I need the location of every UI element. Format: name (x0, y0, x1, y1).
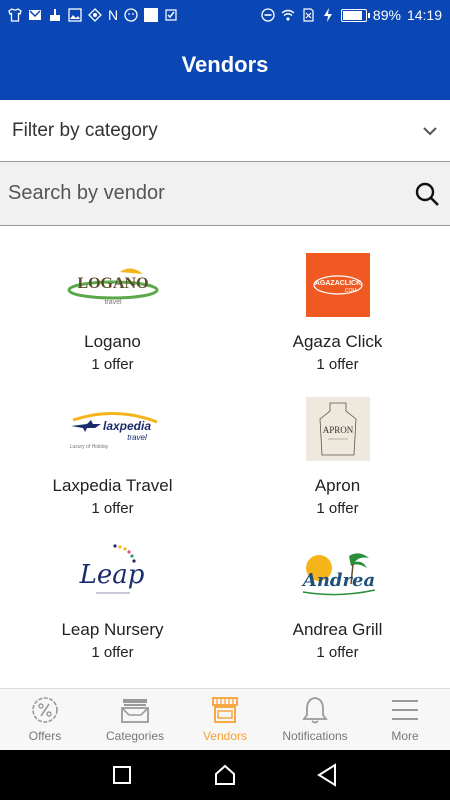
vendor-card-leap-nursery[interactable]: Leap Leap Nursery 1 offer (0, 538, 225, 661)
vendor-name: Apron (314, 476, 361, 495)
status-notifications: N (8, 8, 178, 22)
battery-level (342, 10, 363, 20)
svg-text:Andrea: Andrea (300, 570, 374, 591)
network-letter: N (108, 7, 119, 23)
vendor-name: Andrea Grill (292, 620, 383, 639)
sim-no-signal-icon (303, 8, 314, 22)
system-navigation-bar (0, 750, 450, 800)
clock: 14:19 (406, 7, 442, 23)
nav-label: Vendors (202, 729, 248, 743)
laxpedia-logo: laxpedia travel Luxury of Holiday (65, 394, 161, 464)
battery-icon (340, 8, 370, 22)
vendor-name: Agaza Click (292, 332, 383, 351)
nav-label: Notifications (282, 729, 348, 743)
brush-icon (50, 9, 60, 21)
nav-vendors[interactable]: Vendors (180, 689, 270, 750)
menu-icon (392, 700, 418, 720)
page-title: Vendors (181, 52, 269, 77)
app-bar: Vendors (0, 30, 450, 100)
vendor-card-laxpedia-travel[interactable]: laxpedia travel Luxury of Holiday Laxped… (0, 394, 225, 517)
vendor-card-agaza-click[interactable]: AGAZACLICK .COM Agaza Click 1 offer (225, 250, 450, 373)
wifi-icon (281, 9, 295, 21)
status-bar: N 89% 14:19 (0, 0, 450, 30)
leap-nursery-logo: Leap (65, 538, 161, 608)
svg-text:.COM: .COM (343, 288, 356, 294)
svg-text:APRON: APRON (322, 425, 353, 435)
filter-label: Filter by category (12, 119, 158, 141)
compass-icon (88, 8, 102, 22)
nav-label: Categories (105, 729, 165, 743)
bell-icon (302, 697, 328, 724)
svg-text:laxpedia: laxpedia (102, 419, 150, 433)
andrea-grill-logo: Andrea (290, 538, 386, 608)
nav-more[interactable]: More (360, 689, 450, 750)
status-system: 89% 14:19 (261, 7, 442, 23)
shirt-icon (8, 8, 22, 22)
svg-text:Leap: Leap (78, 560, 144, 590)
square-icon (144, 8, 159, 22)
check-shield-icon (165, 9, 177, 21)
do-not-disturb-icon (261, 8, 275, 22)
nav-label: More (391, 729, 419, 743)
apron-logo: APRON (290, 394, 386, 464)
agaza-click-logo: AGAZACLICK .COM (290, 250, 386, 320)
vendor-name: Laxpedia Travel (52, 476, 173, 495)
image-icon (68, 8, 82, 22)
vendor-offer-count: 1 offer (91, 356, 134, 373)
gmail-icon (29, 10, 41, 20)
vendor-offer-count: 1 offer (316, 356, 359, 373)
svg-text:Luxury of Holiday: Luxury of Holiday (69, 444, 108, 450)
battery-percent: 89% (372, 7, 401, 23)
recent-apps-icon[interactable] (109, 762, 135, 788)
category-filter-dropdown[interactable]: Filter by category (0, 100, 450, 162)
vendor-name: Leap Nursery (61, 620, 164, 639)
svg-text:LOGANO: LOGANO (77, 275, 148, 292)
svg-text:AGAZACLICK: AGAZACLICK (314, 280, 360, 287)
search-bar (0, 162, 450, 226)
search-icon[interactable] (414, 181, 440, 207)
logano-logo: LOGANO travel (65, 250, 161, 320)
back-icon[interactable] (315, 762, 341, 788)
emoji-icon (124, 8, 138, 22)
vendor-card-logano[interactable]: LOGANO travel Logano 1 offer (0, 250, 225, 373)
charging-icon (323, 8, 332, 22)
vendor-card-apron[interactable]: APRON Apron 1 offer (225, 394, 450, 517)
vendor-offer-count: 1 offer (316, 644, 359, 661)
search-input[interactable] (8, 182, 414, 205)
svg-text:travel: travel (104, 299, 122, 306)
vendor-offer-count: 1 offer (91, 644, 134, 661)
store-icon (212, 697, 238, 723)
vendor-card-andrea-grill[interactable]: Andrea Andrea Grill 1 offer (225, 538, 450, 661)
chevron-down-icon (423, 126, 437, 135)
nav-categories[interactable]: Categories (90, 689, 180, 750)
vendor-name: Logano (84, 332, 141, 351)
vendor-offer-count: 1 offer (316, 500, 359, 517)
inbox-tray-icon (121, 699, 149, 723)
vendor-grid: LOGANO travel Logano 1 offer AGAZACLICK … (0, 226, 450, 688)
svg-text:travel: travel (127, 433, 147, 442)
percent-badge-icon (32, 697, 58, 723)
vendor-offer-count: 1 offer (91, 500, 134, 517)
nav-label: Offers (28, 729, 62, 743)
home-icon[interactable] (212, 762, 238, 788)
bottom-navigation: Offers Categories Vendors Notifications … (0, 688, 450, 750)
nav-notifications[interactable]: Notifications (270, 689, 360, 750)
nav-offers[interactable]: Offers (0, 689, 90, 750)
